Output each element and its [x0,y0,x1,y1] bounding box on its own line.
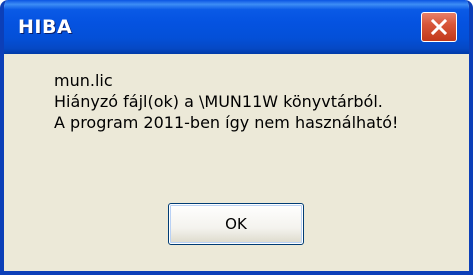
close-icon [430,18,448,36]
message-line-filename: mun.lic [54,71,113,90]
dialog-body: mun.lic Hiányzó fájl(ok) a \MUN11W könyv… [4,54,469,271]
message-line-unusable: A program 2011-ben így nem használható! [54,113,399,132]
message-line-missing-files: Hiányzó fájl(ok) a \MUN11W könyvtárból. [54,92,383,111]
title-bar[interactable]: HIBA [4,0,469,54]
window-title: HIBA [18,16,73,38]
ok-button[interactable]: OK [168,203,304,245]
error-dialog: HIBA mun.lic Hiányzó fájl(ok) a \MUN11W … [0,0,473,275]
error-message: mun.lic Hiányzó fájl(ok) a \MUN11W könyv… [54,70,464,133]
close-button[interactable] [421,12,457,42]
